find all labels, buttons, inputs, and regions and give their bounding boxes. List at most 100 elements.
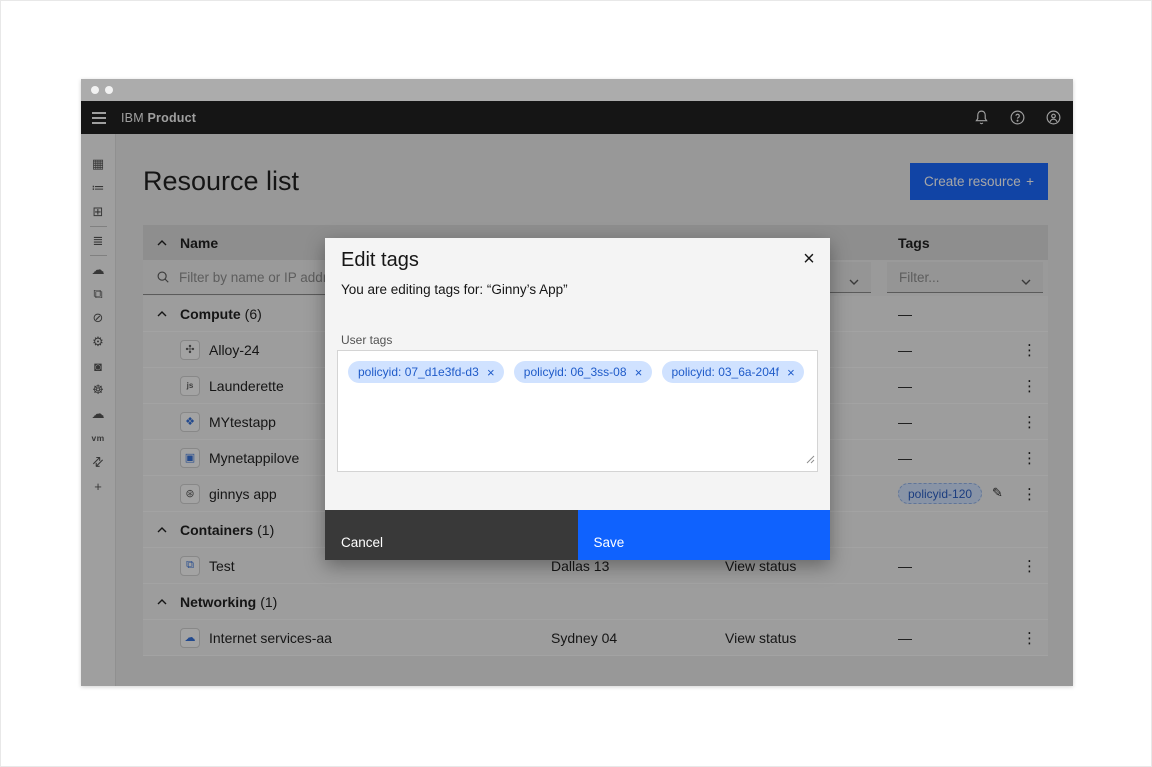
kebab-menu-icon[interactable]: ⋮ [1022,449,1037,467]
help-icon[interactable] [1007,108,1027,128]
resource-name: Launderette [209,378,284,394]
kebab-menu-icon[interactable]: ⋮ [1022,629,1037,647]
chevron-down-icon [1020,273,1032,291]
tag-filter-placeholder: Filter... [887,270,940,285]
tag-chip-label: policyid: 07_d1e3fd-d3 [358,365,479,379]
table-row[interactable]: ☁ Internet services-aa Sydney 04 View sta… [143,620,1048,656]
chevron-up-icon[interactable] [143,310,180,318]
tags-value: — [881,630,1011,646]
tag-filter-dropdown[interactable]: Filter... [887,262,1043,293]
tag-remove-icon[interactable]: × [630,363,648,381]
tags-column-header[interactable]: Tags [881,235,1011,251]
brand-prefix: IBM [121,111,144,125]
modal-footer: Cancel Save [325,510,830,560]
app-header: IBM Product [81,101,1073,134]
modal-subtitle: You are editing tags for: “Ginny’s App” [341,282,568,297]
kebab-menu-icon[interactable]: ⋮ [1022,485,1037,503]
chevron-up-icon[interactable] [143,598,180,606]
group-label: Compute [180,306,241,322]
tags-value: — [881,306,1011,322]
cloud-icon[interactable]: ☁ [81,402,115,426]
group-row-networking[interactable]: Networking(1) [143,584,1048,620]
plus-icon: + [1026,174,1034,189]
notifications-bell-icon[interactable] [971,108,991,128]
group-count: (1) [257,522,274,538]
tags-value: — [881,342,1011,358]
kebab-menu-icon[interactable]: ⋮ [1022,413,1037,431]
functions-icon[interactable]: ⊘ [81,306,115,330]
edit-tags-modal: Edit tags × You are editing tags for: “G… [325,238,830,560]
brand: IBM Product [121,111,196,125]
location-value: Sydney 04 [534,630,708,646]
nav-divider [90,226,107,227]
tags-textarea[interactable]: policyid: 07_d1e3fd-d3 × policyid: 06_3s… [337,350,818,472]
resize-handle-icon[interactable] [805,451,815,469]
tag-chip-label: policyid: 06_3ss-08 [524,365,627,379]
nav-divider [90,255,107,256]
app-icon: ❖ [180,412,200,432]
tags-value: — [881,378,1011,394]
chevron-up-icon[interactable] [143,526,180,534]
group-label: Containers [180,522,253,538]
screenshot-stage: IBM Product [0,0,1152,767]
app-icon: ⧉ [180,556,200,576]
kebab-menu-icon[interactable]: ⋮ [1022,557,1037,575]
user-tags-label: User tags [341,333,392,347]
resource-name: Test [209,558,235,574]
gear-icon[interactable]: ⚙ [81,330,115,354]
page-title: Resource list [143,166,299,197]
brand-product: Product [148,111,197,125]
stack-icon[interactable]: ≣ [81,229,115,253]
resource-name: ginnys app [209,486,277,502]
tags-value: — [881,450,1011,466]
left-nav: ▦ ≔ ⊞ ≣ ☁ ⧉ ⊘ ⚙ ◙ ☸ ☁ vm ⇄ + [81,134,116,686]
window-titlebar [81,79,1073,101]
cloud-upload-icon[interactable]: ☁ [81,258,115,282]
container-icon[interactable]: ◙ [81,354,115,378]
dashboard-icon[interactable]: ▦ [81,152,115,176]
close-icon[interactable]: × [792,242,826,276]
app-icon: ⊛ [180,484,200,504]
search-icon [156,270,170,284]
list-icon[interactable]: ≔ [81,176,115,200]
menu-icon[interactable] [81,101,116,134]
tag-remove-icon[interactable]: × [782,363,800,381]
app-icon: ▣ [180,448,200,468]
tags-value: — [881,558,1011,574]
tag-chip[interactable]: policyid-120 [898,483,982,504]
header-actions [971,108,1073,128]
window-control-dot[interactable] [105,86,113,94]
tag-chip: policyid: 03_6a-204f × [662,361,804,383]
group-count: (1) [260,594,277,610]
resource-name: Mynetappilove [209,450,299,466]
create-resource-button[interactable]: Create resource + [910,163,1048,200]
tag-chip: policyid: 06_3ss-08 × [514,361,652,383]
kebab-menu-icon[interactable]: ⋮ [1022,341,1037,359]
app-icon: ✣ [180,340,200,360]
services-icon[interactable]: ☸ [81,378,115,402]
status-link[interactable]: View status [708,630,881,646]
group-label: Networking [180,594,256,610]
edit-tags-pencil-icon[interactable]: ✎ [992,486,1003,501]
tag-chip-label: policyid: 03_6a-204f [672,365,779,379]
tags-value: — [881,414,1011,430]
cancel-button[interactable]: Cancel [325,510,578,560]
app-icon: ☁ [180,628,200,648]
tag-chip-list: policyid: 07_d1e3fd-d3 × policyid: 06_3s… [338,351,817,393]
tag-chip: policyid: 07_d1e3fd-d3 × [348,361,504,383]
chevron-down-icon [848,273,860,291]
tag-remove-icon[interactable]: × [482,363,500,381]
modal-title: Edit tags [341,249,419,272]
account-avatar-icon[interactable] [1043,108,1063,128]
catalog-icon[interactable]: ⊞ [81,200,115,224]
save-button[interactable]: Save [578,510,831,560]
group-count: (6) [245,306,262,322]
resource-name: MYtestapp [209,414,276,430]
window-control-dot[interactable] [91,86,99,94]
resource-name: Internet services-aa [209,630,332,646]
app-icon: js [180,376,200,396]
kebab-menu-icon[interactable]: ⋮ [1022,377,1037,395]
instances-icon[interactable]: ⧉ [81,282,115,306]
resource-name: Alloy-24 [209,342,260,358]
collapse-all-chevron-icon[interactable] [143,239,180,247]
